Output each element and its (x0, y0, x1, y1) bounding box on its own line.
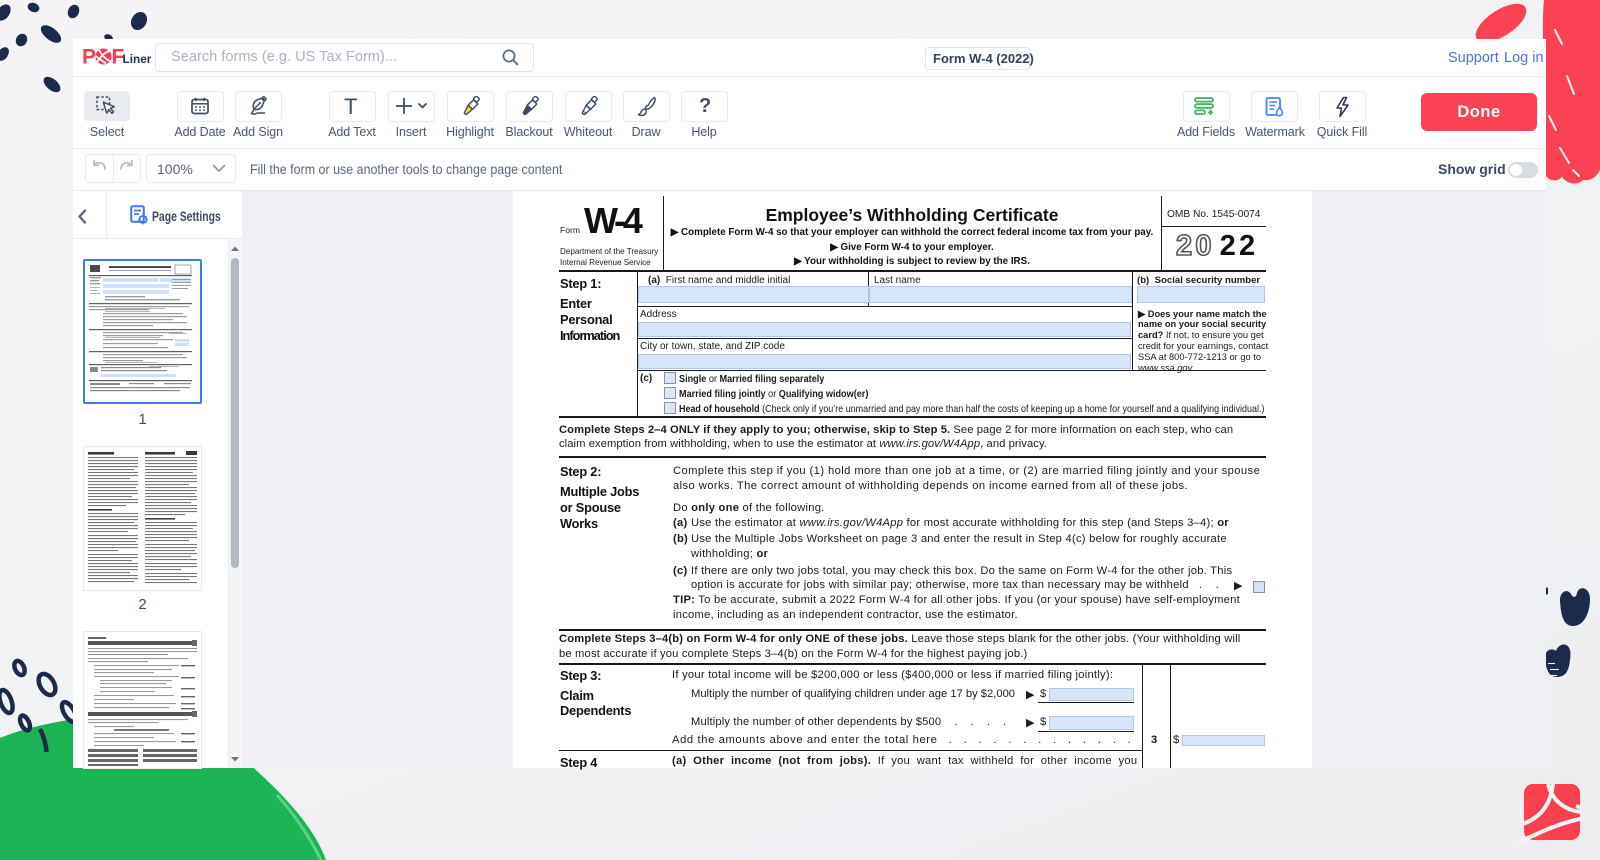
svg-text:P: P (82, 47, 96, 67)
svg-text:Liner: Liner (123, 52, 152, 66)
